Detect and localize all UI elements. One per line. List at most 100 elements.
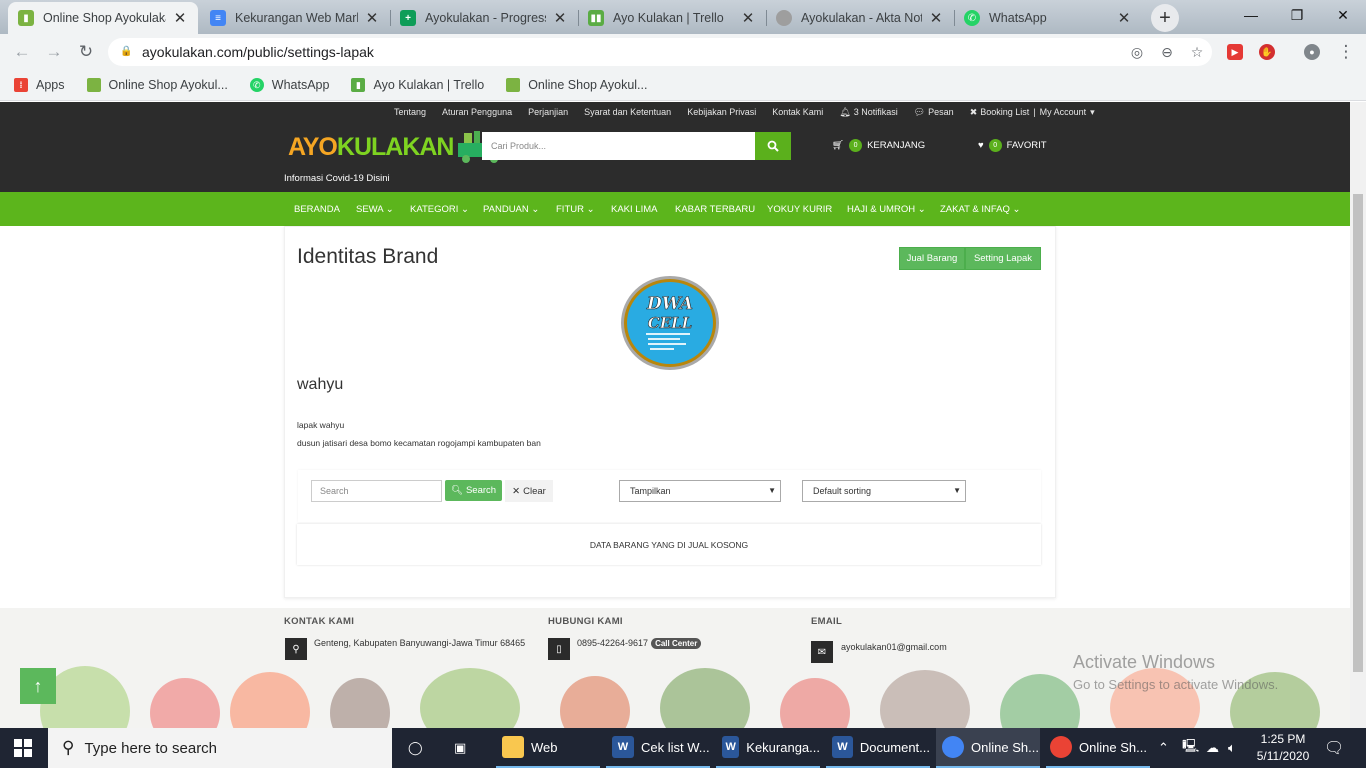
windows-start-icon[interactable] xyxy=(14,728,36,768)
close-tab-icon[interactable]: ✕ xyxy=(740,9,756,27)
link-booking[interactable]: Booking List xyxy=(980,107,1029,118)
tab-akta-notaris[interactable]: Ayokulakan - Akta Notar ✕ xyxy=(766,2,954,34)
restore-icon[interactable]: ❐ xyxy=(1274,0,1320,30)
search-button[interactable] xyxy=(755,132,791,160)
extension-red-icon[interactable]: ▶ xyxy=(1227,44,1243,60)
new-tab-button[interactable]: + xyxy=(1151,4,1179,32)
covid-info-link[interactable]: Informasi Covid-19 Disini xyxy=(284,173,390,184)
link-syarat[interactable]: Syarat dan Ketentuan xyxy=(584,107,671,118)
link-kontak[interactable]: Kontak Kami xyxy=(772,107,823,118)
volume-icon[interactable]: 🔈︎ xyxy=(1228,728,1236,768)
setting-lapak-button[interactable]: Setting Lapak xyxy=(965,247,1041,270)
nav-panduan[interactable]: PANDUAN ⌄ xyxy=(483,204,539,215)
task-view-icon[interactable]: ▣ xyxy=(454,728,466,768)
nav-fitur[interactable]: FITUR ⌄ xyxy=(556,204,595,215)
taskbar-app-chrome-2[interactable]: Online Sh... xyxy=(1046,728,1150,768)
search-products-button[interactable]: 🔍︎ Search xyxy=(445,480,502,501)
close-tab-icon[interactable]: ✕ xyxy=(172,9,188,27)
svg-text:DWA: DWA xyxy=(646,294,693,314)
tray-chevron-up-icon[interactable]: ⌃ xyxy=(1158,728,1169,768)
tab-title: Kekurangan Web Market xyxy=(235,11,358,25)
location-icon[interactable]: ◎ xyxy=(1122,44,1152,61)
taskbar-app-explorer[interactable]: Web xyxy=(496,728,600,768)
tab-kekurangan[interactable]: ≡ Kekurangan Web Market ✕ xyxy=(200,2,390,34)
close-tab-icon[interactable]: ✕ xyxy=(364,9,380,27)
page-scrollbar[interactable] xyxy=(1350,102,1366,728)
link-kebijakan[interactable]: Kebijakan Privasi xyxy=(687,107,756,118)
nav-zakat-infaq[interactable]: ZAKAT & INFAQ ⌄ xyxy=(940,204,1020,215)
url-text[interactable]: ayokulakan.com/public/settings-lapak xyxy=(142,44,1122,60)
taskbar-clock[interactable]: 1:25 PM 5/11/2020 xyxy=(1248,731,1318,765)
link-tentang[interactable]: Tentang xyxy=(394,107,426,118)
network-icon[interactable]: 🖳︎ xyxy=(1182,728,1199,768)
cart-link[interactable]: 🛒︎ 0 KERANJANG xyxy=(832,139,925,152)
map-marker-icon: ⚲ xyxy=(285,638,307,660)
nav-kaki-lima[interactable]: KAKI LIMA xyxy=(611,204,657,215)
word-icon: W xyxy=(832,736,853,758)
docs-favicon-icon: ≡ xyxy=(210,10,226,26)
forward-icon[interactable]: → xyxy=(42,40,66,64)
nav-kategori[interactable]: KATEGORI ⌄ xyxy=(410,204,469,215)
taskbar-app-word-3[interactable]: W Document... xyxy=(826,728,930,768)
tab-title: Online Shop Ayokulakan xyxy=(43,11,166,25)
taskbar-app-label: Online Sh... xyxy=(971,739,1039,755)
bookmark-apps[interactable]: ⁞ Apps xyxy=(14,78,65,92)
bookmark-trello[interactable]: ▮ Ayo Kulakan | Trello xyxy=(351,78,484,92)
close-tab-icon[interactable]: ✕ xyxy=(1116,9,1132,27)
jual-barang-button[interactable]: Jual Barang xyxy=(899,247,965,270)
chevron-down-icon: ⌄ xyxy=(385,204,394,215)
tab-online-shop[interactable]: ▮ Online Shop Ayokulakan ✕ xyxy=(8,2,198,34)
nav-kabar-terbaru[interactable]: KABAR TERBARU xyxy=(675,204,755,215)
phone-number[interactable]: 0895-42264-9617 xyxy=(577,638,648,648)
product-filter-search-input[interactable]: Search xyxy=(311,480,442,502)
taskbar-app-chrome-1[interactable]: Online Sh... xyxy=(936,728,1040,768)
extension-stop-icon[interactable]: ✋ xyxy=(1259,44,1275,60)
link-notifikasi[interactable]: 3 Notifikasi xyxy=(854,107,898,118)
back-icon[interactable]: ← xyxy=(10,40,34,64)
link-perjanjian[interactable]: Perjanjian xyxy=(528,107,568,118)
bookmark-star-icon[interactable]: ☆ xyxy=(1182,44,1212,61)
nav-yokuy-kurir[interactable]: YOKUY KURIR xyxy=(767,204,832,215)
address-bar[interactable]: 🔒 ayokulakan.com/public/settings-lapak ◎… xyxy=(108,38,1212,66)
clear-button[interactable]: ✕ Clear xyxy=(505,480,553,502)
taskbar-search-box[interactable]: ⚲ Type here to search xyxy=(48,728,392,768)
tab-whatsapp[interactable]: ✆ WhatsApp ✕ xyxy=(954,2,1142,34)
nav-sewa[interactable]: SEWA ⌄ xyxy=(356,204,394,215)
taskbar-app-word-1[interactable]: W Cek list W... xyxy=(606,728,710,768)
link-aturan[interactable]: Aturan Pengguna xyxy=(442,107,512,118)
tab-trello[interactable]: ▮▮ Ayo Kulakan | Trello ✕ xyxy=(578,2,766,34)
cortana-icon[interactable]: ◯ xyxy=(408,728,423,768)
menu-kebab-icon[interactable]: ⋮ xyxy=(1334,40,1358,64)
display-count-select[interactable]: Tampilkan ▼ xyxy=(619,480,781,502)
bookmark-online-shop-2[interactable]: Online Shop Ayokul... xyxy=(506,78,647,92)
search-icon: ⚲ xyxy=(62,738,75,757)
profile-avatar-icon[interactable]: ● xyxy=(1304,44,1320,60)
nav-beranda[interactable]: BERANDA xyxy=(294,204,340,215)
link-my-account[interactable]: My Account xyxy=(1040,107,1087,118)
close-window-icon[interactable]: ✕ xyxy=(1320,0,1366,30)
bell-icon: 🔔︎ xyxy=(839,107,851,117)
close-tab-icon[interactable]: ✕ xyxy=(552,9,568,27)
nav-haji-umroh[interactable]: HAJI & UMROH ⌄ xyxy=(847,204,926,215)
button-label: Clear xyxy=(523,485,546,497)
notification-center-icon[interactable]: 🗨︎ xyxy=(1324,728,1344,768)
minimize-icon[interactable]: — xyxy=(1228,0,1274,30)
reload-icon[interactable]: ↻ xyxy=(74,40,98,64)
back-to-top-button[interactable]: ↑ xyxy=(20,668,56,704)
link-pesan[interactable]: Pesan xyxy=(928,107,954,118)
brand-logo-image: DWA CELL xyxy=(621,276,719,370)
zoom-icon[interactable]: ⊖ xyxy=(1152,44,1182,61)
taskbar-app-word-2[interactable]: W Kekuranga... xyxy=(716,728,820,768)
favorite-link[interactable]: ♥ 0 FAVORIT xyxy=(978,139,1047,152)
shop-favicon-icon xyxy=(506,78,521,92)
scrollbar-thumb[interactable] xyxy=(1353,194,1363,672)
onedrive-cloud-icon[interactable]: ☁ xyxy=(1206,728,1219,768)
tab-progress[interactable]: + Ayokulakan - Progress ✕ xyxy=(390,2,578,34)
close-tab-icon[interactable]: ✕ xyxy=(928,9,944,27)
bookmark-online-shop-1[interactable]: Online Shop Ayokul... xyxy=(86,78,228,92)
bookmark-whatsapp[interactable]: ✆ WhatsApp xyxy=(249,78,329,92)
sort-select[interactable]: Default sorting ▼ xyxy=(802,480,966,502)
email-address[interactable]: ayokulakan01@gmail.com xyxy=(841,642,947,652)
product-search-input[interactable]: Cari Produk... xyxy=(482,132,755,160)
site-logo[interactable]: AYO KULAKAN xyxy=(288,129,506,165)
